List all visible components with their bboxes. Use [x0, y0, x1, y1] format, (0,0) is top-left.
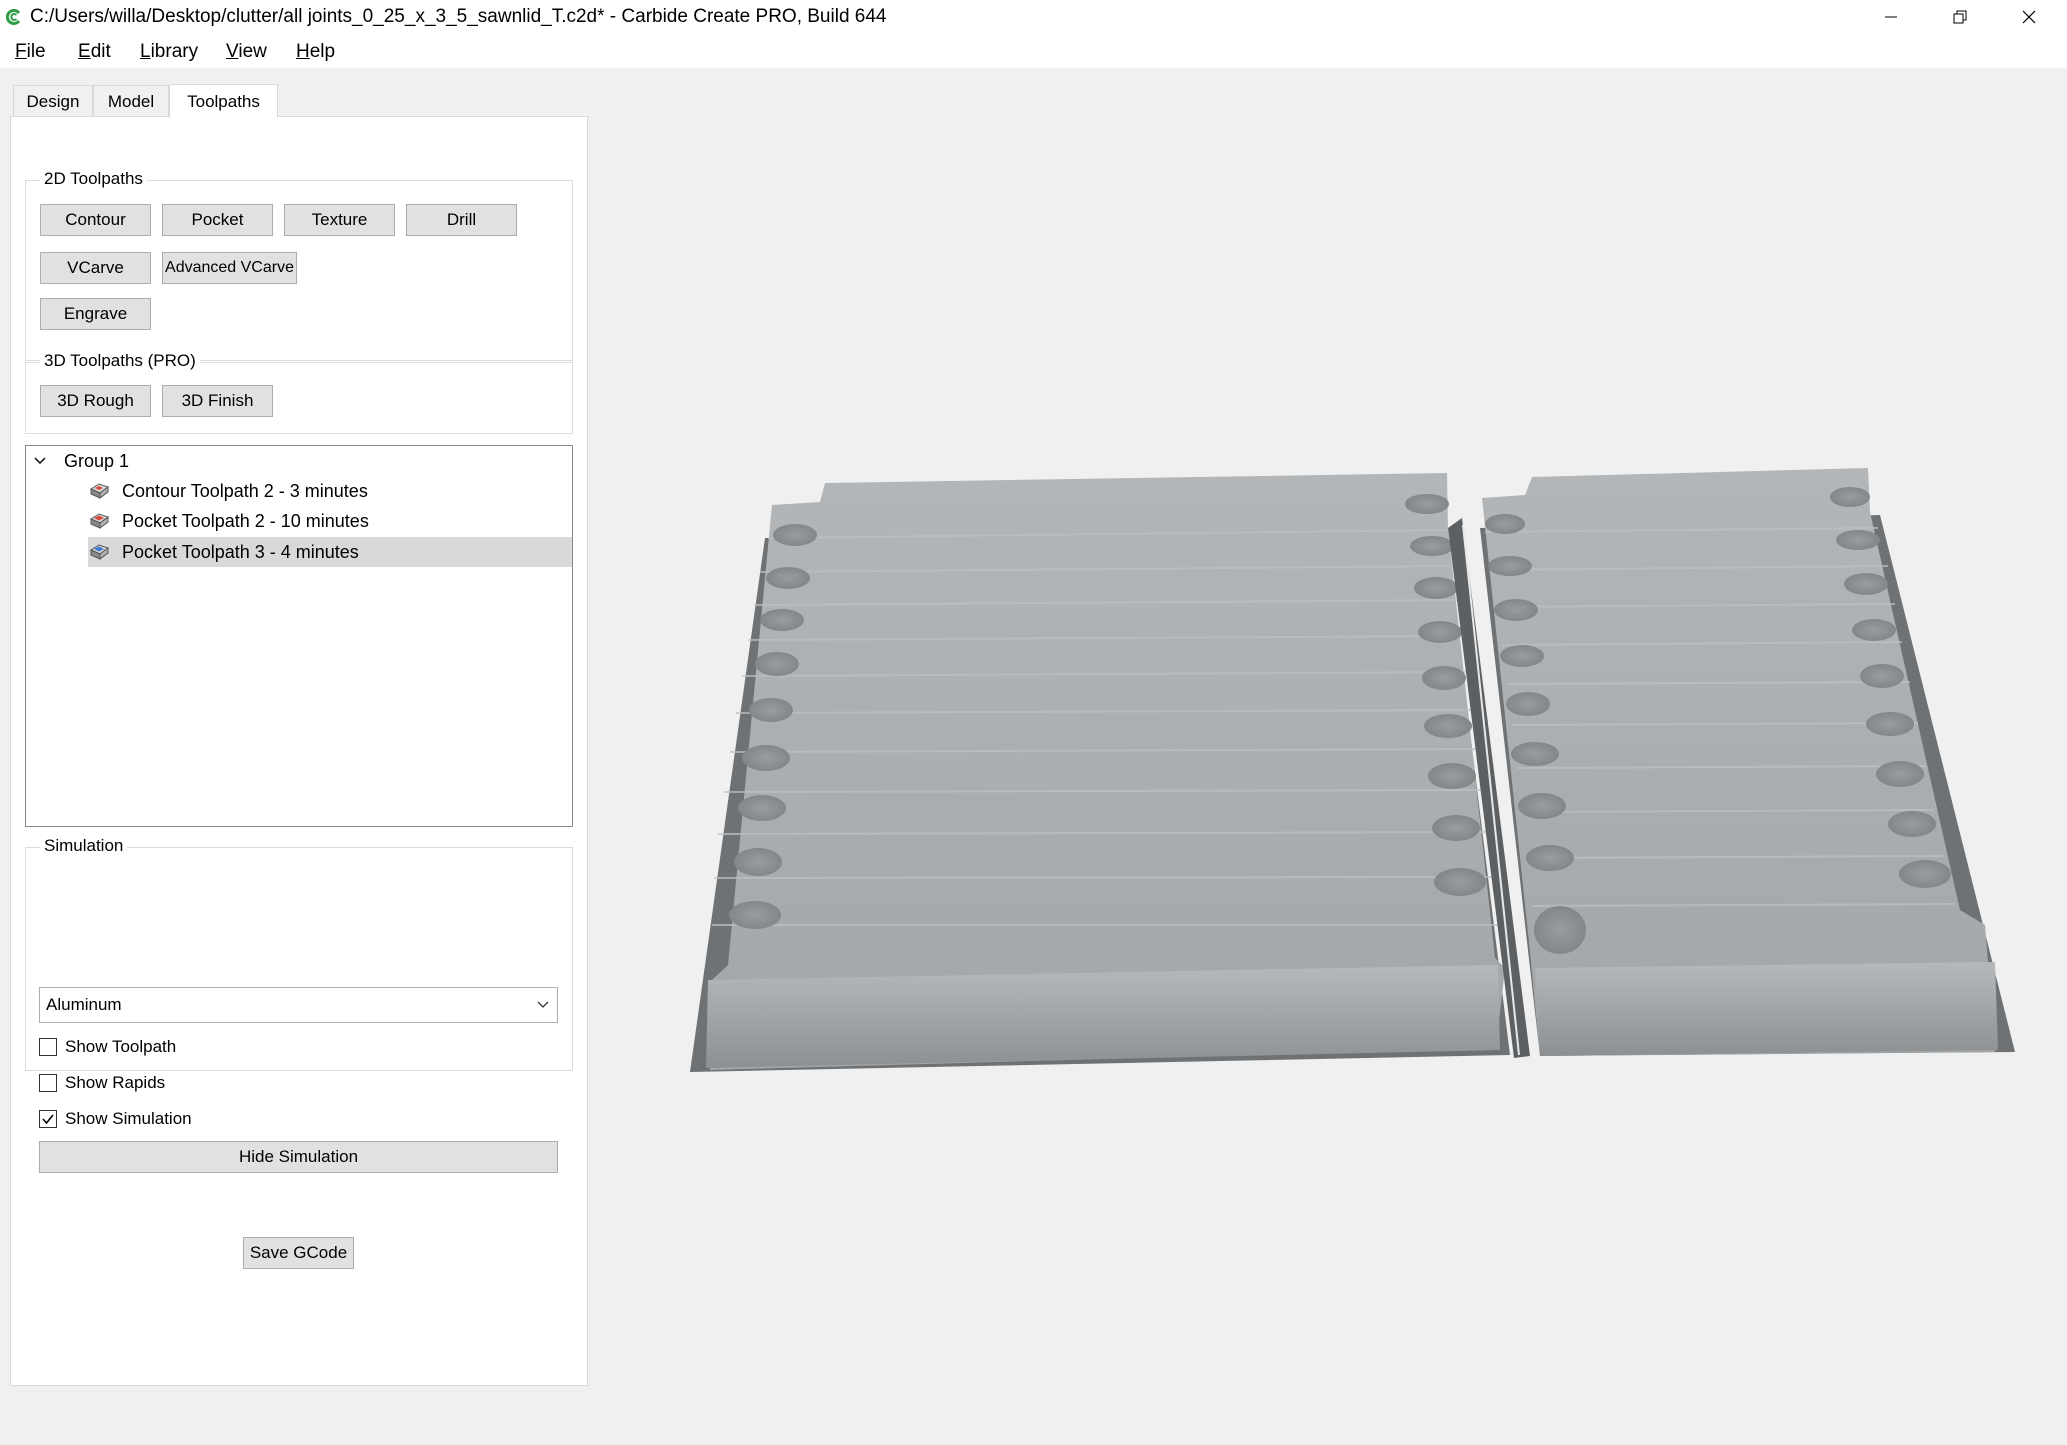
menu-bar: File Edit Library View Help	[0, 34, 2067, 68]
group-3d-title: 3D Toolpaths (PRO)	[40, 351, 200, 371]
simulation-model	[690, 468, 2015, 1072]
tree-item-label: Contour Toolpath 2 - 3 minutes	[122, 480, 368, 501]
pocket-toolpath-icon	[89, 544, 110, 560]
show-toolpath-label: Show Toolpath	[65, 1037, 177, 1056]
vcarve-button[interactable]: VCarve	[40, 252, 151, 284]
app-logo-icon	[6, 9, 21, 25]
tab-toolpaths[interactable]: Toolpaths	[169, 84, 278, 118]
group-2d-title: 2D Toolpaths	[40, 169, 147, 189]
chevron-down-icon[interactable]	[33, 456, 47, 466]
3d-rough-button[interactable]: 3D Rough	[40, 385, 151, 417]
window-title: C:/Users/willa/Desktop/clutter/all joint…	[30, 6, 887, 27]
pocket-button[interactable]: Pocket	[162, 204, 273, 236]
checkbox-box[interactable]	[39, 1110, 57, 1128]
title-bar: C:/Users/willa/Desktop/clutter/all joint…	[0, 0, 2067, 34]
tree-item-label: Pocket Toolpath 3 - 4 minutes	[122, 541, 359, 562]
close-icon	[2022, 10, 2036, 24]
menu-library[interactable]: Library	[140, 41, 198, 63]
checkmark-icon	[42, 1114, 54, 1125]
advanced-vcarve-button[interactable]: Advanced VCarve	[162, 252, 297, 284]
chevron-down-icon	[537, 1001, 549, 1008]
hide-simulation-button[interactable]: Hide Simulation	[39, 1141, 558, 1173]
tree-group-label: Group 1	[64, 450, 130, 471]
tab-model[interactable]: Model	[93, 85, 169, 117]
show-simulation-checkbox[interactable]: Show Simulation	[39, 1109, 192, 1129]
restore-icon	[1953, 10, 1967, 24]
contour-toolpath-icon	[89, 483, 110, 499]
show-simulation-label: Show Simulation	[65, 1109, 192, 1128]
tree-item-label: Pocket Toolpath 2 - 10 minutes	[122, 510, 369, 531]
drill-button[interactable]: Drill	[406, 204, 517, 236]
3d-finish-button[interactable]: 3D Finish	[162, 385, 273, 417]
show-toolpath-checkbox[interactable]: Show Toolpath	[39, 1037, 176, 1057]
menu-file[interactable]: File	[15, 41, 46, 63]
save-gcode-button[interactable]: Save GCode	[243, 1237, 354, 1269]
material-select[interactable]: Aluminum	[39, 987, 558, 1023]
contour-button[interactable]: Contour	[40, 204, 151, 236]
tree-item-contour-toolpath-2[interactable]: Contour Toolpath 2 - 3 minutes	[88, 476, 572, 506]
tree-item-pocket-toolpath-2[interactable]: Pocket Toolpath 2 - 10 minutes	[88, 506, 572, 536]
menu-help[interactable]: Help	[296, 41, 335, 63]
tree-item-pocket-toolpath-3[interactable]: Pocket Toolpath 3 - 4 minutes	[88, 537, 572, 567]
3d-viewport[interactable]	[600, 68, 2067, 1440]
show-rapids-checkbox[interactable]: Show Rapids	[39, 1073, 165, 1093]
group-2d-toolpaths: 2D Toolpaths Contour Pocket Texture Dril…	[25, 169, 573, 361]
show-rapids-label: Show Rapids	[65, 1073, 166, 1092]
pocket-toolpath-icon	[89, 513, 110, 529]
restore-button[interactable]	[1926, 0, 1994, 34]
toolpaths-panel: 2D Toolpaths Contour Pocket Texture Dril…	[10, 116, 588, 1386]
minimize-icon	[1885, 16, 1897, 18]
tree-group-row[interactable]: Group 1	[26, 446, 572, 476]
close-button[interactable]	[1995, 0, 2063, 34]
toolpath-tree: Group 1 Contour Toolpath 2 - 3 minutes P…	[25, 445, 573, 827]
menu-view[interactable]: View	[226, 41, 267, 63]
group-3d-toolpaths: 3D Toolpaths (PRO) 3D Rough 3D Finish	[25, 351, 573, 434]
engrave-button[interactable]: Engrave	[40, 298, 151, 330]
checkbox-box[interactable]	[39, 1038, 57, 1056]
minimize-button[interactable]	[1857, 0, 1925, 34]
texture-button[interactable]: Texture	[284, 204, 395, 236]
material-value: Aluminum	[46, 995, 122, 1014]
menu-edit[interactable]: Edit	[78, 41, 111, 63]
simulation-title: Simulation	[40, 836, 128, 856]
tab-design[interactable]: Design	[13, 85, 93, 117]
checkbox-box[interactable]	[39, 1074, 57, 1092]
